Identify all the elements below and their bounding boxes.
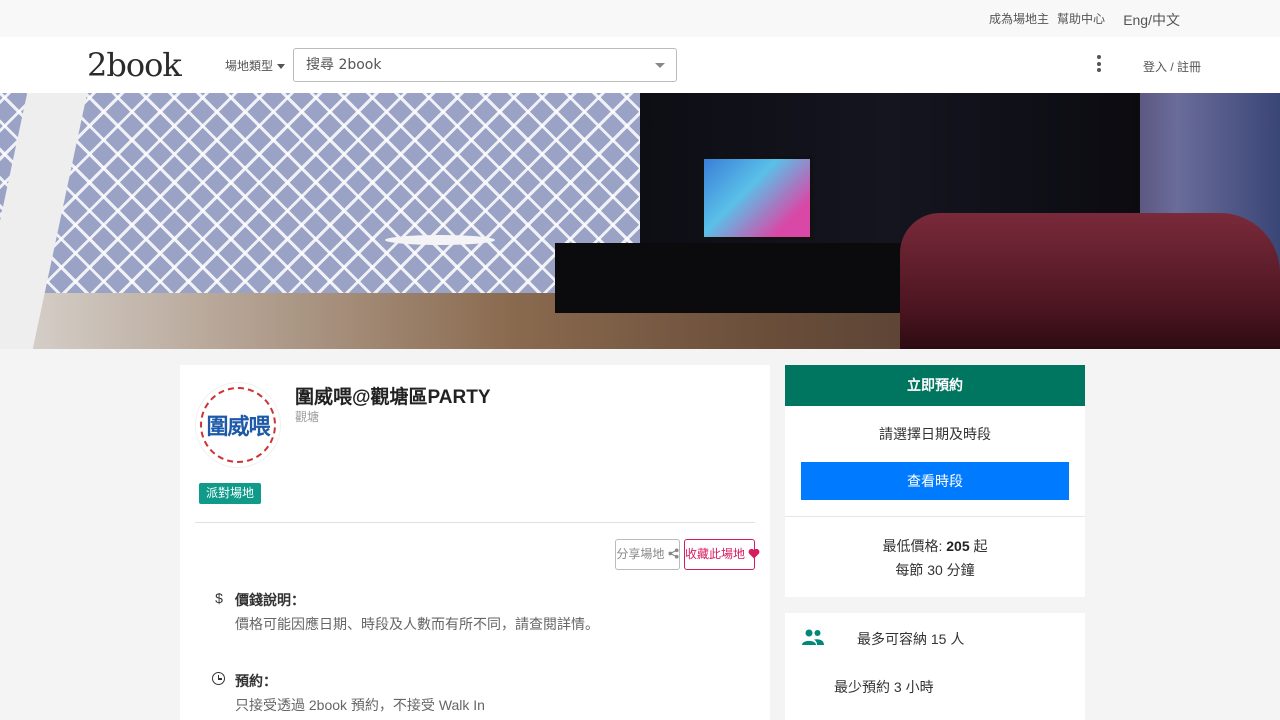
- site-logo[interactable]: 2book: [87, 47, 182, 83]
- booking-info-title: 預約：: [235, 673, 277, 689]
- dropdown-arrow-icon[interactable]: [655, 63, 665, 68]
- language-toggle[interactable]: Eng/中文: [1123, 10, 1180, 30]
- favorite-button[interactable]: 收藏此場地: [684, 539, 760, 570]
- login-register-link[interactable]: 登入 / 註冊: [1143, 58, 1201, 75]
- venue-detail-card: 圍威喂 圍威喂@觀塘區PARTY 觀塘 派對場地 分享場地 收藏此場地 $ 價錢…: [180, 365, 770, 720]
- lowest-price: 最低價格: 205 起: [785, 536, 1085, 556]
- capacity-text: 最多可容納 15 人: [857, 631, 965, 647]
- more-options-icon[interactable]: [1094, 55, 1104, 75]
- caret-down-icon: [277, 64, 286, 70]
- share-icon: [668, 548, 679, 559]
- hero-tv: [701, 156, 813, 240]
- favorite-label: 收藏此場地: [685, 547, 746, 561]
- divider: [785, 516, 1085, 517]
- hero-sofa: [900, 213, 1280, 349]
- hero-tv-stand: [555, 243, 905, 313]
- venue-type-dropdown[interactable]: 場地類型: [225, 57, 286, 74]
- hero-table: [385, 235, 495, 245]
- top-utility-bar: 成為場地主 幫助中心 Eng/中文: [0, 0, 1280, 37]
- price-info-title: 價錢說明：: [235, 592, 305, 608]
- venue-cover-image: [0, 93, 1280, 349]
- venue-type-label: 場地類型: [225, 59, 274, 73]
- dollar-icon: $: [215, 590, 223, 606]
- share-button[interactable]: 分享場地: [615, 539, 680, 570]
- people-icon: [802, 629, 824, 645]
- heart-icon: [748, 548, 760, 559]
- venue-logo: 圍威喂: [195, 382, 281, 468]
- main-navbar: 2book 場地類型 登入 / 註冊: [0, 37, 1280, 93]
- price-value: 205: [946, 538, 970, 554]
- venue-category-tag[interactable]: 派對場地: [199, 483, 262, 504]
- session-length: 每節 30 分鐘: [895, 562, 975, 578]
- venue-specs-panel: 最多可容納 15 人 最少預約 3 小時: [785, 613, 1085, 720]
- become-host-link[interactable]: 成為場地主: [989, 10, 1049, 27]
- booking-panel-header: 立即預約: [785, 365, 1085, 406]
- divider: [195, 522, 755, 523]
- clock-icon: [212, 672, 225, 685]
- share-label: 分享場地: [616, 547, 665, 561]
- help-center-link[interactable]: 幫助中心: [1057, 10, 1105, 27]
- check-timeslot-button[interactable]: 查看時段: [801, 462, 1069, 500]
- booking-info-text: 只接受透過 2book 預約，不接受 Walk In: [235, 697, 485, 713]
- min-hours-text: 最少預約 3 小時: [834, 679, 934, 695]
- venue-logo-ring: [200, 387, 276, 463]
- booking-panel: 立即預約 請選擇日期及時段 查看時段 最低價格: 205 起 每節 30 分鐘: [785, 365, 1085, 597]
- search-input[interactable]: [294, 49, 634, 81]
- search-select[interactable]: [293, 48, 677, 82]
- venue-district[interactable]: 觀塘: [295, 408, 319, 425]
- price-info-text: 價格可能因應日期、時段及人數而有所不同，請查閱詳情。: [235, 616, 599, 632]
- price-suffix: 起: [973, 538, 988, 554]
- booking-prompt: 請選擇日期及時段: [879, 426, 991, 442]
- price-prefix: 最低價格:: [882, 538, 943, 554]
- venue-name: 圍威喂@觀塘區PARTY: [295, 387, 491, 408]
